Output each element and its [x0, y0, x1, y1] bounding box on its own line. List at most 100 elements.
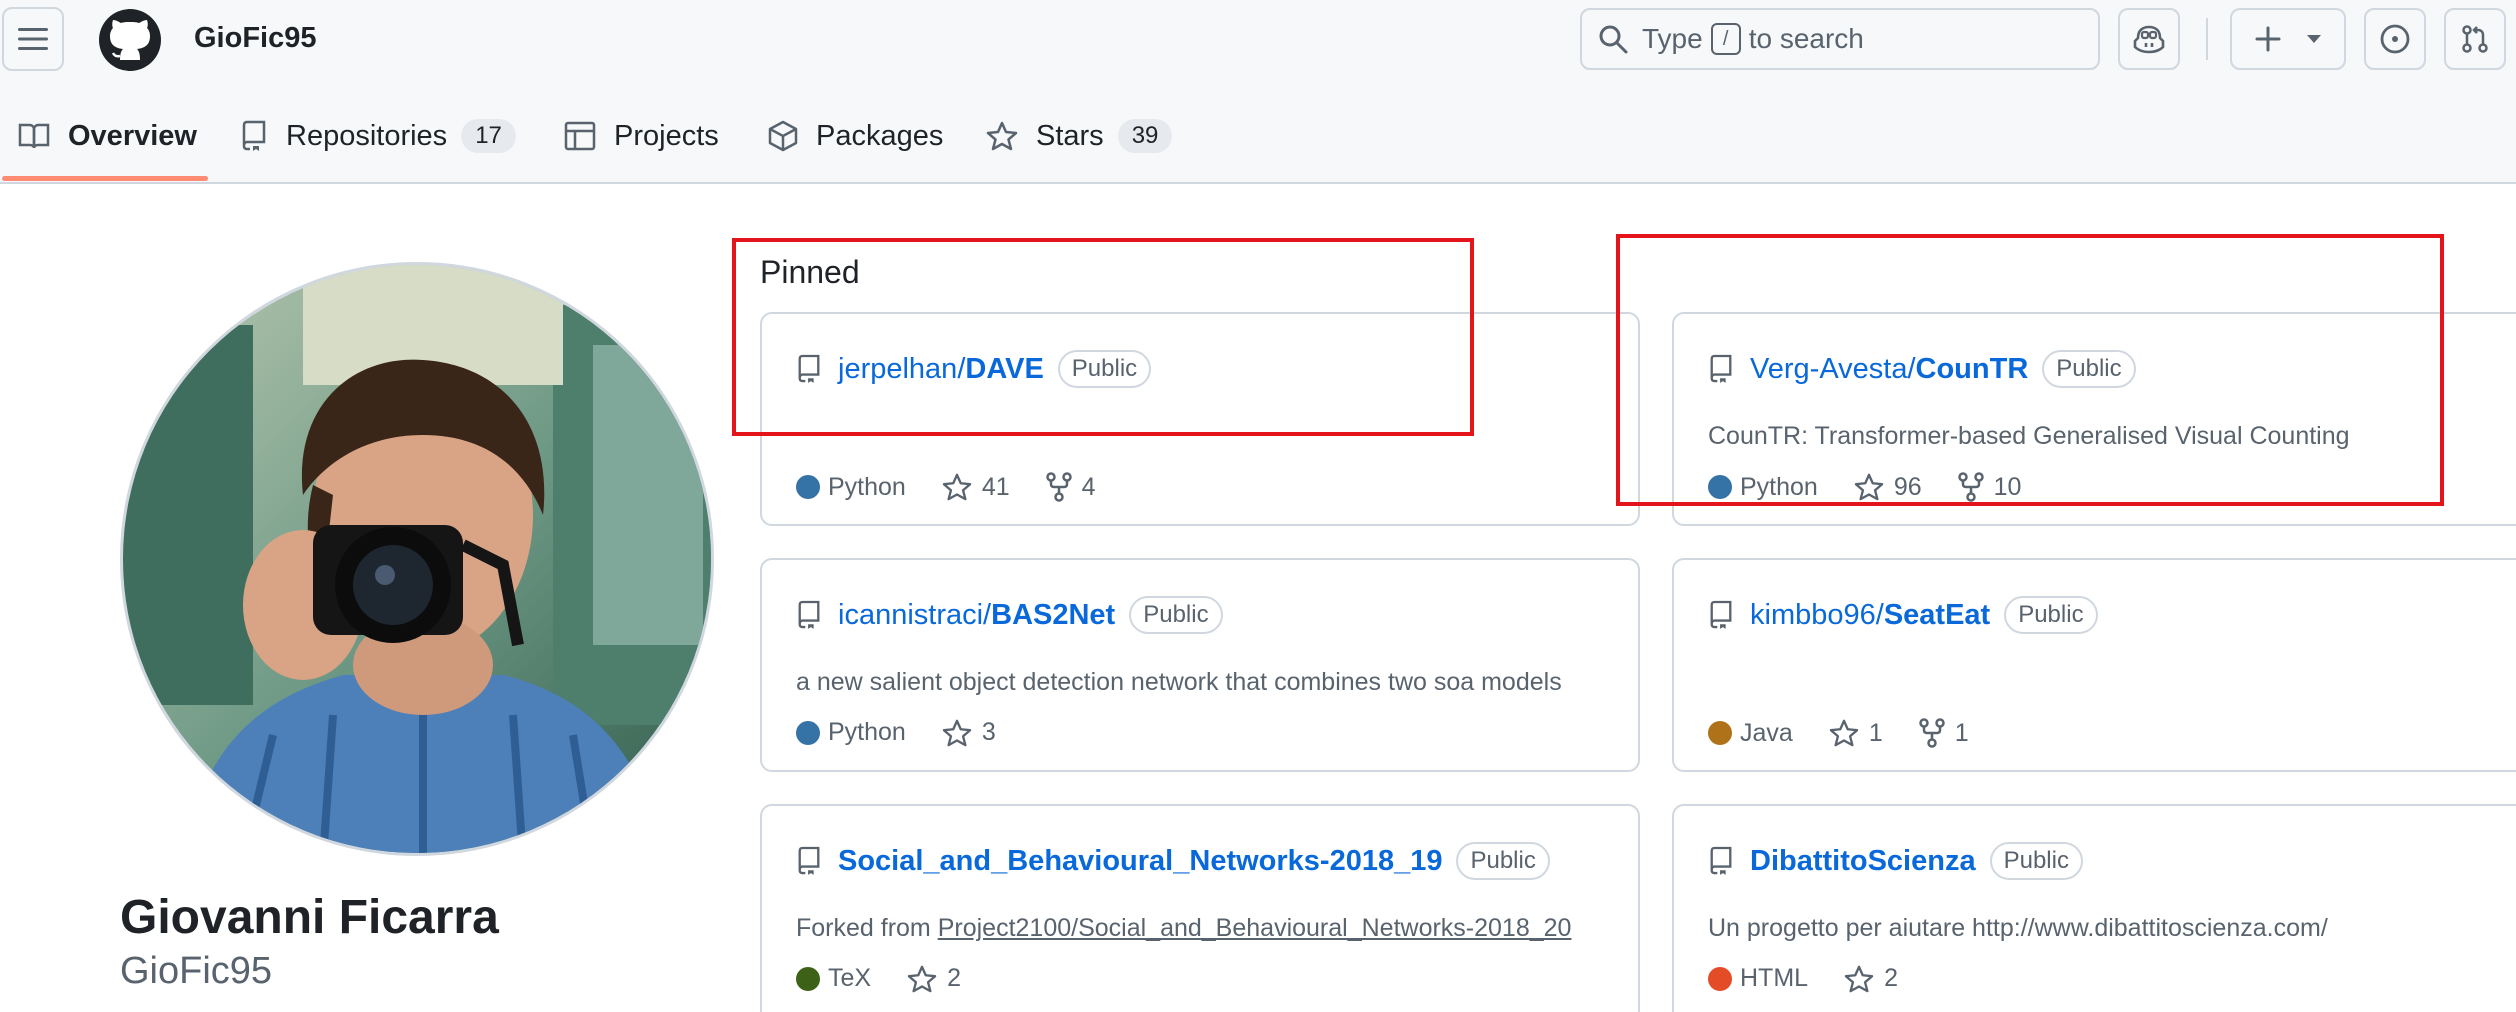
search-placeholder-suffix: to search: [1748, 23, 1864, 54]
search-placeholder-prefix: Type: [1642, 23, 1703, 54]
repo-link[interactable]: icannistraci/BAS2Net: [838, 599, 1115, 632]
tab-projects[interactable]: Projects: [564, 112, 719, 160]
star-count: 41: [981, 472, 1010, 501]
repo-language: Python: [828, 718, 906, 746]
pinned-repo-card: icannistraci/BAS2Net Public a new salien…: [760, 558, 1640, 772]
repo-name: BAS2Net: [991, 598, 1116, 631]
forks-link[interactable]: 1: [1918, 718, 1969, 748]
repo-forked-icon: [1045, 472, 1072, 502]
create-new-button[interactable]: [2230, 8, 2346, 70]
avatar-photo-icon: [123, 265, 711, 853]
search-icon: [1599, 25, 1628, 54]
repo-icon: [1710, 846, 1732, 875]
fork-count: 1: [1954, 718, 1969, 747]
triangle-down-icon: [2306, 35, 2321, 43]
pull-requests-button[interactable]: [2444, 8, 2506, 70]
header-divider: [2206, 18, 2208, 60]
pinned-repo-card: kimbbo96/SeatEat Public Java 1 1: [1672, 558, 2516, 772]
stargazers-link[interactable]: 2: [907, 964, 961, 993]
profile-full-name: Giovanni Ficarra: [120, 891, 499, 944]
repo-link[interactable]: DibattitoScienza: [1750, 845, 1976, 878]
forks-link[interactable]: 4: [1045, 472, 1096, 502]
repositories-count-badge: 17: [461, 119, 516, 153]
tab-repositories-label: Repositories: [286, 119, 448, 152]
star-icon: [942, 473, 972, 501]
repo-forked-icon: [798, 846, 820, 875]
star-icon: [1829, 719, 1859, 747]
tab-repositories[interactable]: Repositories 17: [240, 112, 516, 160]
tab-overview[interactable]: Overview: [18, 112, 197, 160]
hamburger-icon: [18, 28, 48, 50]
stargazers-link[interactable]: 41: [942, 473, 1010, 502]
stargazers-link[interactable]: 2: [1844, 964, 1898, 993]
repo-owner: kimbbo96/: [1750, 598, 1884, 631]
star-icon: [986, 121, 1018, 151]
tab-stars-label: Stars: [1036, 119, 1104, 152]
search-shortcut-key: /: [1710, 23, 1741, 55]
plus-icon: [2255, 26, 2280, 52]
copilot-button[interactable]: [2118, 8, 2180, 70]
forked-from-label: Forked from: [796, 914, 938, 942]
profile-login: GioFic95: [120, 950, 273, 992]
annotation-highlight-box: [732, 238, 1474, 436]
visibility-badge: Public: [1129, 596, 1223, 634]
pinned-repo-card: Social_and_Behavioural_Networks-2018_19 …: [760, 804, 1640, 1012]
visibility-badge: Public: [1989, 842, 2083, 880]
star-count: 2: [1884, 964, 1898, 992]
header-owner-link[interactable]: GioFic95: [194, 22, 317, 55]
repo-language: Java: [1740, 718, 1793, 747]
repo-icon: [242, 120, 266, 151]
star-count: 3: [981, 718, 996, 746]
tab-stars[interactable]: Stars 39: [986, 112, 1173, 160]
issues-button[interactable]: [2364, 8, 2426, 70]
tab-projects-label: Projects: [614, 119, 719, 152]
repo-name: DibattitoScienza: [1750, 844, 1976, 877]
language-color-dot: [796, 966, 820, 991]
repo-description: Forked from Project2100/Social_and_Behav…: [796, 914, 1571, 943]
repo-language: TeX: [828, 964, 872, 992]
fork-count: 4: [1081, 472, 1096, 501]
active-tab-indicator: [2, 176, 208, 181]
repo-owner: icannistraci/: [838, 598, 992, 631]
repo-name: SeatEat: [1883, 598, 1991, 631]
table-icon: [564, 121, 596, 151]
star-icon: [907, 965, 937, 992]
repo-link[interactable]: kimbbo96/SeatEat: [1750, 599, 1990, 632]
repo-description: Un progetto per aiutare http://www.dibat…: [1708, 914, 2328, 942]
pinned-repo-card: DibattitoScienza Public Un progetto per …: [1672, 804, 2516, 1012]
language-color-dot: [796, 475, 820, 499]
visibility-badge: Public: [1456, 842, 1550, 880]
repo-forked-icon: [1918, 718, 1945, 748]
star-count: 1: [1868, 718, 1883, 747]
stars-count-badge: 39: [1117, 119, 1173, 153]
repo-icon: [798, 600, 820, 629]
git-pull-request-icon: [2462, 25, 2488, 53]
avatar[interactable]: [120, 262, 714, 856]
star-icon: [942, 719, 972, 746]
github-logo-icon[interactable]: [98, 8, 162, 72]
repo-language: Python: [828, 472, 906, 501]
annotation-highlight-box: [1616, 234, 2444, 506]
stargazers-link[interactable]: 1: [1829, 719, 1883, 748]
stargazers-link[interactable]: 3: [942, 718, 996, 747]
star-count: 2: [947, 964, 961, 992]
repo-description: a new salient object detection network t…: [796, 668, 1562, 696]
open-menu-button[interactable]: [2, 7, 64, 71]
tab-packages[interactable]: Packages: [768, 112, 943, 160]
language-color-dot: [1708, 721, 1732, 745]
language-color-dot: [796, 720, 820, 745]
repo-language: HTML: [1740, 964, 1809, 992]
visibility-badge: Public: [2004, 596, 2098, 634]
repo-link[interactable]: Social_and_Behavioural_Networks-2018_19: [838, 845, 1442, 878]
tab-packages-label: Packages: [816, 119, 944, 152]
repo-name: Social_and_Behavioural_Networks-2018_19: [838, 844, 1443, 877]
search-input[interactable]: Type / to search: [1580, 8, 2100, 70]
issue-opened-icon: [2380, 24, 2410, 54]
fork-source-link[interactable]: Project2100/Social_and_Behavioural_Netwo…: [938, 914, 1572, 942]
global-header: GioFic95 Type / to search Overview Repos…: [0, 0, 2516, 184]
copilot-icon: [2133, 25, 2165, 54]
star-icon: [1844, 965, 1874, 992]
tab-overview-label: Overview: [68, 119, 197, 152]
package-icon: [768, 120, 798, 152]
repo-icon: [1710, 600, 1732, 629]
